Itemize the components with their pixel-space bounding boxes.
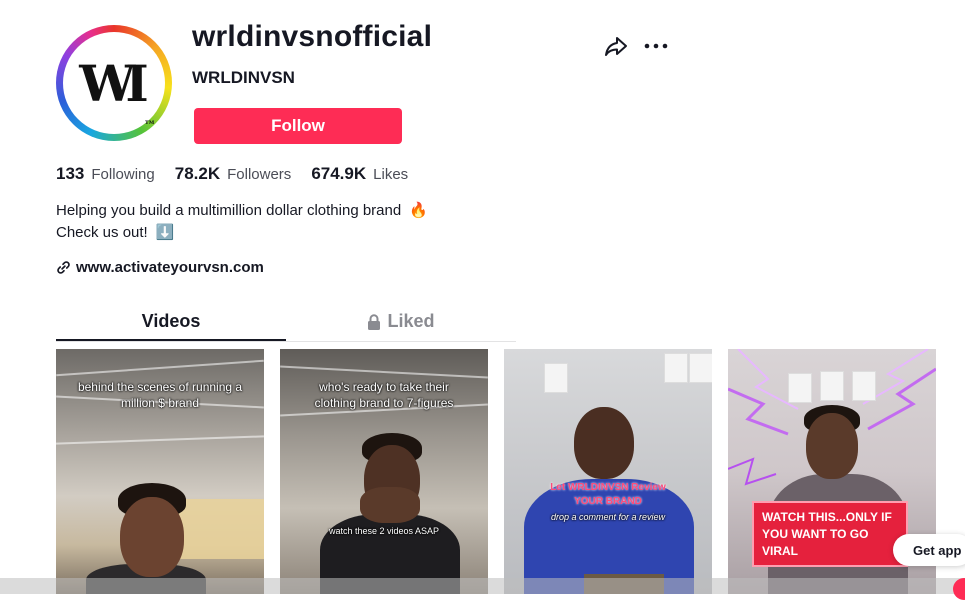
profile-avatar[interactable]: WI TM (56, 25, 172, 141)
wall-sheet (664, 353, 688, 383)
person-hands (360, 487, 420, 523)
get-app-button[interactable]: Get app (893, 534, 965, 566)
stat-label: Followers (227, 166, 292, 183)
video-thumbnail-1[interactable]: behind the scenes of running a million $… (56, 349, 264, 594)
avatar-trademark: TM (145, 120, 155, 126)
floating-action-indicator[interactable] (953, 578, 965, 600)
video-subcaption: drop a comment for a review (550, 512, 666, 522)
video-banner: WATCH THIS...ONLY IF YOU WANT TO GO VIRA… (752, 501, 908, 567)
stat-label: Likes (373, 166, 409, 183)
stat-likes: 674.9K Likes (311, 164, 408, 184)
link-icon (57, 261, 70, 274)
link-url: www.activateyourvsn.com (76, 259, 264, 276)
share-button[interactable] (603, 34, 629, 60)
profile-nickname: WRLDINVSN (192, 68, 295, 87)
stat-label: Following (91, 166, 155, 183)
bio-line-2: Check us out! ⬇️ (56, 222, 428, 244)
down-arrow-emoji-icon: ⬇️ (155, 224, 175, 242)
stat-value: 78.2K (174, 164, 221, 183)
tab-liked[interactable]: Liked (286, 303, 516, 340)
video-caption-line-1: Let WRLDINVSN Review (550, 482, 666, 493)
profile-stats: 133 Following 78.2K Followers 674.9K Lik… (56, 164, 428, 184)
wall-sheet (820, 371, 844, 401)
wall-sheet (689, 353, 712, 383)
video-subcaption: watch these 2 videos ASAP (328, 526, 440, 536)
bio-line-1: Helping you build a multimillion dollar … (56, 200, 428, 222)
profile-username: wrldinvsnofficial (192, 20, 433, 53)
bio-text-2: Check us out! (56, 224, 148, 242)
lock-icon (368, 313, 381, 330)
ceiling-beam (56, 435, 264, 445)
share-arrow-icon (605, 37, 627, 56)
person-face (806, 413, 858, 479)
avatar-logo: WI TM (63, 32, 165, 134)
profile-tabs: Videos Liked (56, 303, 516, 342)
tab-liked-label: Liked (387, 311, 435, 331)
fire-emoji-icon: 🔥 (409, 202, 429, 220)
tab-videos-label: Videos (141, 310, 201, 331)
boxes (176, 499, 264, 559)
ellipsis-icon (644, 43, 668, 49)
wall-sheet (788, 373, 812, 403)
video-caption: who's ready to take their clothing brand… (314, 380, 454, 410)
ceiling-beam (280, 365, 488, 379)
person-face (574, 407, 634, 479)
tab-videos[interactable]: Videos (56, 303, 286, 341)
profile-link[interactable]: www.activateyourvsn.com (56, 259, 264, 276)
stat-value: 133 (56, 164, 85, 183)
stat-value: 674.9K (311, 164, 367, 183)
ceiling-beam (56, 359, 264, 377)
profile-bio: Helping you build a multimillion dollar … (56, 200, 428, 244)
video-caption: behind the scenes of running a million $… (77, 380, 243, 410)
wall-sheet (852, 371, 876, 401)
more-options-button[interactable] (643, 34, 669, 60)
stat-following[interactable]: 133 Following (56, 164, 155, 184)
video-thumbnail-3[interactable]: Let WRLDINVSN Review YOUR BRAND drop a c… (504, 349, 712, 594)
video-thumbnail-2[interactable]: who's ready to take their clothing brand… (280, 349, 488, 594)
avatar-logo-letters: WI (79, 53, 148, 113)
wall-sheet (544, 363, 568, 393)
bio-text-1: Helping you build a multimillion dollar … (56, 202, 402, 219)
person-face (120, 497, 184, 577)
bottom-overlay (0, 578, 965, 594)
video-caption-line-2: YOUR BRAND (574, 496, 642, 507)
follow-button[interactable]: Follow (194, 108, 402, 144)
stat-followers[interactable]: 78.2K Followers (175, 164, 292, 184)
